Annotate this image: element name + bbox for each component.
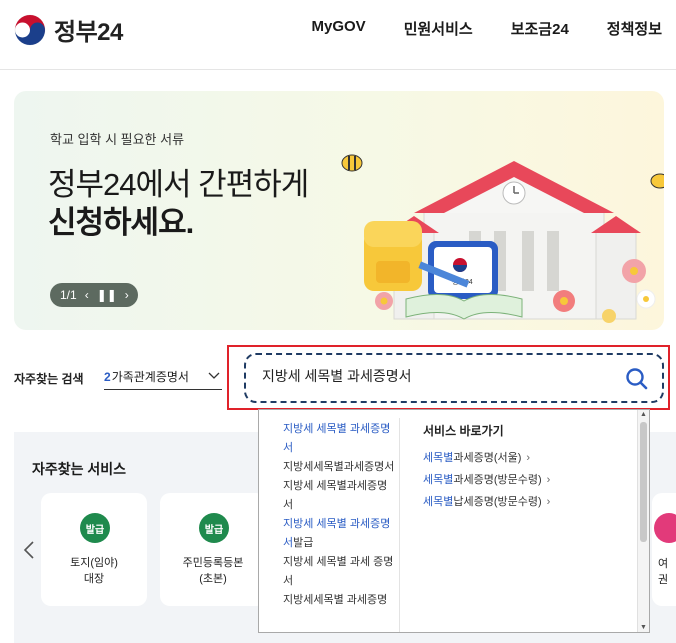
chevron-down-icon: [208, 372, 220, 379]
suggestion-item[interactable]: 지방세 세목별 과세증명서발급: [283, 515, 395, 553]
school-illustration: 정부24: [341, 154, 664, 323]
faq-select-number: 2: [104, 369, 111, 384]
issue-badge: 발급: [80, 513, 110, 543]
pager-prev-button[interactable]: ‹: [85, 288, 89, 302]
scrollbar-thumb[interactable]: [640, 422, 647, 542]
nav-civil-service[interactable]: 민원서비스: [404, 18, 473, 39]
taegeuk-logo-icon: [14, 14, 46, 45]
service-card[interactable]: 발급 주민등록등본 (초본): [160, 493, 266, 606]
shortcut-title: 서비스 바로가기: [423, 424, 504, 438]
suggestion-item[interactable]: 지방세세목별과세증명서: [283, 458, 395, 477]
chevron-right-icon: ›: [546, 496, 551, 508]
shortcut-link[interactable]: 세목별납세증명(방문수령) ›: [423, 491, 623, 513]
scroll-up-icon[interactable]: ▲: [640, 411, 647, 418]
service-card-partial[interactable]: 여권: [652, 493, 676, 606]
services-title: 자주찾는 서비스: [32, 461, 127, 477]
suggestion-item[interactable]: 지방세세목별 과세증명: [283, 591, 395, 610]
faq-search-select[interactable]: 2 가족관계증명서: [104, 364, 222, 390]
search-icon[interactable]: [624, 366, 650, 392]
search-box: [244, 353, 664, 403]
chevron-right-icon: ›: [546, 474, 551, 486]
banner-subtitle: 학교 입학 시 필요한 서류: [50, 132, 185, 147]
shortcut-link[interactable]: 세목별과세증명(서울) ›: [423, 447, 623, 469]
suggestion-list: 지방세 세목별 과세증명서 지방세세목별과세증명서 지방세 세목별과세증명서 지…: [259, 410, 399, 632]
scroll-down-icon[interactable]: ▼: [640, 624, 647, 631]
service-card[interactable]: 발급 토지(임야) 대장: [41, 493, 147, 606]
service-card-label: 주민등록등본 (초본): [182, 557, 244, 585]
service-card-label: 여권: [658, 558, 669, 586]
nav-mygov[interactable]: MyGOV: [312, 18, 366, 39]
banner-pager: 1/1 ‹ ❚❚ ›: [50, 283, 138, 307]
shortcut-link[interactable]: 세목별과세증명(방문수령) ›: [423, 469, 623, 491]
chevron-left-icon[interactable]: [22, 540, 36, 560]
search-input[interactable]: [262, 368, 602, 384]
suggestion-item[interactable]: 지방세 세목별 과세증명서: [283, 420, 395, 458]
nav-subsidy24[interactable]: 보조금24: [511, 18, 569, 39]
suggestion-item[interactable]: 지방세 세목별 과세 증명서: [283, 553, 395, 591]
site-header: 정부24 MyGOV 민원서비스 보조금24 정책정보: [0, 0, 676, 70]
dropdown-divider: [399, 418, 400, 632]
site-logo[interactable]: 정부24: [14, 12, 123, 47]
hero-banner[interactable]: 학교 입학 시 필요한 서류 정부24에서 간편하게 신청하세요. 1/1 ‹ …: [14, 91, 664, 330]
service-shortcuts: 서비스 바로가기 세목별과세증명(서울) › 세목별과세증명(방문수령) › 세목별…: [423, 422, 623, 513]
nav-policy-info[interactable]: 정책정보: [607, 18, 662, 39]
faq-search-label: 자주찾는 검색: [14, 372, 84, 386]
logo-text: 정부24: [54, 19, 123, 46]
service-card-label: 토지(임야) 대장: [70, 557, 118, 585]
main-nav: MyGOV 민원서비스 보조금24 정책정보: [312, 18, 663, 39]
suggestion-item[interactable]: 지방세 세목별과세증명서: [283, 477, 395, 515]
chevron-right-icon: ›: [526, 452, 531, 464]
autocomplete-dropdown: 지방세 세목별 과세증명서 지방세세목별과세증명서 지방세 세목별과세증명서 지…: [258, 409, 650, 633]
banner-title-line2: 신청하세요.: [48, 205, 194, 240]
issue-badge: [654, 513, 676, 543]
pager-count: 1/1: [60, 288, 77, 302]
dropdown-scrollbar[interactable]: ▲ ▼: [637, 410, 649, 632]
issue-badge: 발급: [199, 513, 229, 543]
faq-select-text: 가족관계증명서: [111, 370, 189, 384]
pager-next-button[interactable]: ›: [125, 288, 129, 302]
pager-pause-button[interactable]: ❚❚: [97, 288, 117, 302]
